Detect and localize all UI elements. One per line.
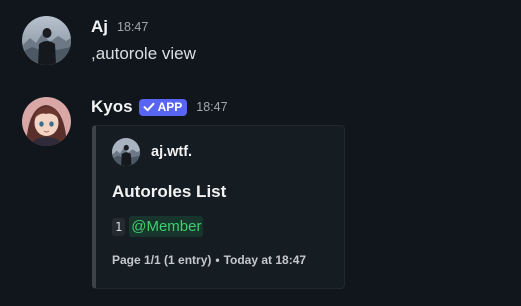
message-header: Aj 18:47 <box>91 17 148 37</box>
embed: aj.wtf. Autoroles List 1 @Member Page 1/… <box>92 125 345 289</box>
user-avatar-icon[interactable] <box>22 16 71 65</box>
user-avatar-icon[interactable] <box>112 138 140 166</box>
footer-time: Today at 18:47 <box>223 253 307 267</box>
embed-author: aj.wtf. <box>112 138 192 166</box>
app-badge-label: APP <box>157 99 183 114</box>
bot-avatar-icon[interactable] <box>22 97 71 146</box>
embed-author-name[interactable]: aj.wtf. <box>151 144 192 160</box>
message-content: ,autorole view <box>91 44 196 63</box>
message-aj: Aj 18:47 ,autorole view <box>0 0 521 90</box>
footer-text: Page 1/1 (1 entry) <box>112 253 212 267</box>
embed-entry: 1 @Member <box>112 216 204 237</box>
username[interactable]: Aj <box>91 17 108 37</box>
embed-footer: Page 1/1 (1 entry) • Today at 18:47 <box>112 253 306 267</box>
embed-title: Autoroles List <box>112 182 227 201</box>
verified-check-icon <box>143 102 155 112</box>
footer-separator: • <box>215 253 220 267</box>
username[interactable]: Kyos <box>91 97 133 117</box>
timestamp: 18:47 <box>117 20 149 34</box>
role-mention[interactable]: @Member <box>129 216 204 237</box>
app-badge: APP <box>138 98 188 116</box>
timestamp: 18:47 <box>196 100 228 114</box>
entry-index: 1 <box>112 217 126 236</box>
message-header: Kyos APP 18:47 <box>91 97 228 117</box>
